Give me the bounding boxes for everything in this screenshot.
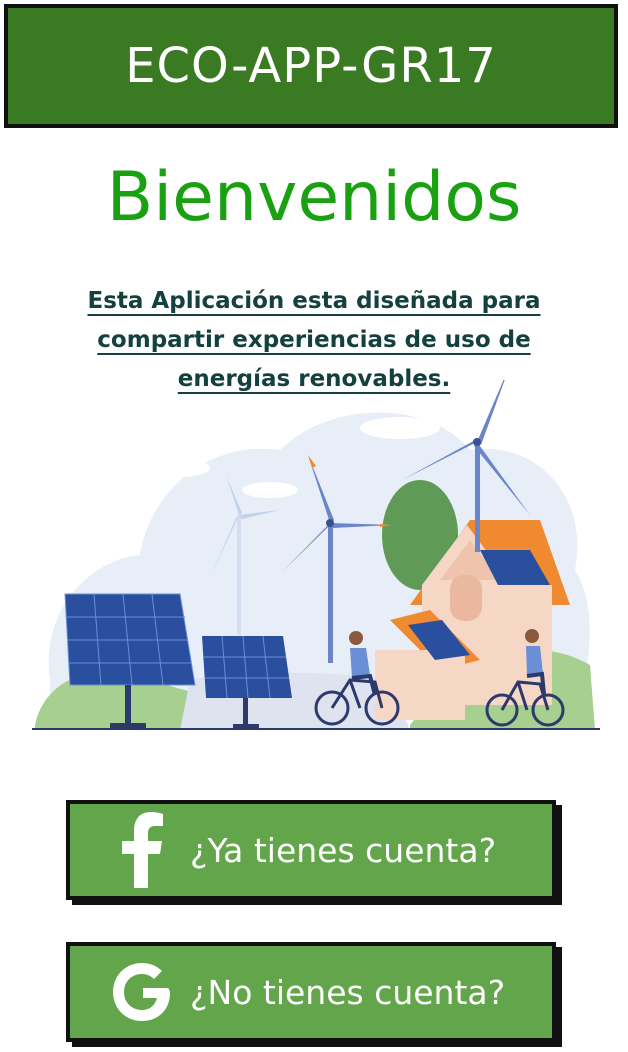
login-button[interactable]: ¿Ya tienes cuenta?: [66, 800, 556, 900]
cloud: [150, 459, 210, 477]
app-header: ECO-APP-GR17: [4, 4, 618, 128]
description-line: compartir experiencias de uso de: [97, 327, 531, 353]
app-title: ECO-APP-GR17: [125, 38, 497, 94]
google-icon: [102, 952, 182, 1032]
facebook-icon: [102, 810, 182, 890]
register-button-label: ¿No tienes cuenta?: [190, 972, 506, 1012]
welcome-heading: Bienvenidos: [106, 158, 522, 237]
cloud: [360, 417, 440, 439]
login-button-label: ¿Ya tienes cuenta?: [190, 830, 497, 870]
description-line: Esta Aplicación esta diseñada para: [87, 288, 541, 314]
renewable-energy-illustration: [32, 380, 600, 730]
cloud: [242, 482, 298, 498]
cloud: [200, 427, 280, 449]
register-button[interactable]: ¿No tienes cuenta?: [66, 942, 556, 1042]
